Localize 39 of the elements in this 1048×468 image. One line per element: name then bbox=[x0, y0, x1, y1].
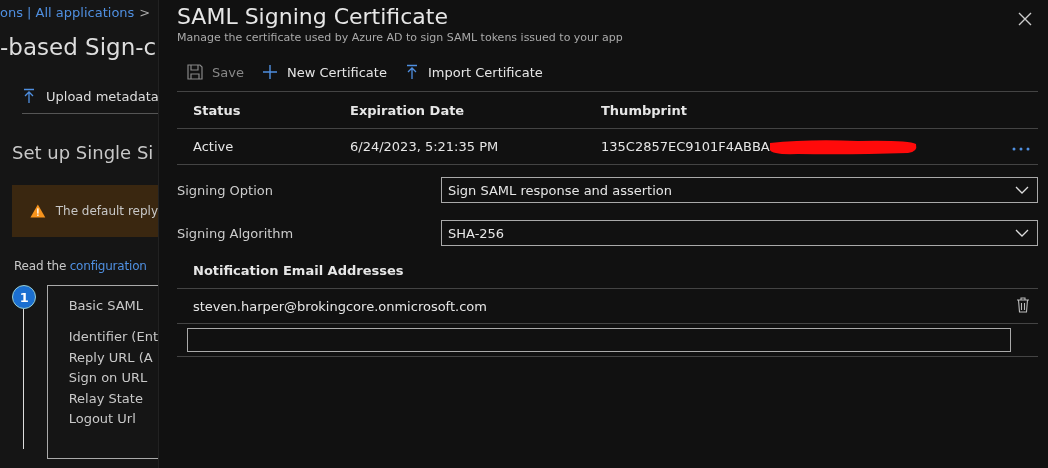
warning-icon bbox=[30, 203, 46, 219]
email-input-field[interactable] bbox=[187, 328, 1011, 352]
warning-text: The default reply bbox=[55, 204, 158, 218]
setting-label: Signing Option bbox=[177, 182, 274, 198]
upload-metadata-button[interactable]: Upload metadata bbox=[22, 88, 158, 104]
table-cell-text: 6/24/2023, 5:21:35 PM bbox=[349, 139, 500, 154]
save-icon bbox=[187, 64, 203, 80]
chevron-down-icon bbox=[1015, 229, 1029, 237]
column-header: Status bbox=[192, 102, 242, 118]
panel-title: SAML Signing Certificate bbox=[177, 4, 449, 29]
configuration-link[interactable]: configuration bbox=[69, 259, 147, 273]
read-text: Read the configuration bbox=[14, 259, 148, 273]
card-title: Basic SAML bbox=[68, 298, 145, 313]
breadcrumb-separator: > bbox=[139, 5, 151, 20]
new-certificate-button[interactable]: New Certificate bbox=[259, 60, 389, 84]
table-cell: 135C2857EC9101F4ABBA bbox=[601, 139, 770, 154]
dropdown[interactable]: SHA-256 bbox=[441, 220, 1038, 246]
dropdown[interactable]: Sign SAML response and assertion bbox=[441, 177, 1038, 203]
section-title: Set up Single Si bbox=[12, 142, 155, 163]
upload-icon bbox=[404, 64, 419, 80]
upload-icon bbox=[22, 88, 36, 104]
email-address: steven.harper@brokingcore.onmicrosoft.com bbox=[193, 298, 487, 314]
import-certificate-button[interactable]: Import Certificate bbox=[402, 60, 545, 84]
breadcrumb-link[interactable]: ons | All applications bbox=[0, 5, 135, 20]
section-heading: Notification Email Addresses bbox=[177, 263, 1038, 289]
column-header: Thumbprint bbox=[600, 102, 688, 118]
field-label: Sign on URL bbox=[68, 369, 149, 387]
field-label: Logout Url bbox=[68, 410, 137, 428]
field-label: Reply URL (A bbox=[68, 348, 154, 367]
field-label: Relay State bbox=[68, 389, 144, 408]
column-header: Expiration Date bbox=[349, 102, 466, 118]
table-cell-text: Active bbox=[192, 139, 235, 154]
step-number: 1 bbox=[12, 285, 37, 309]
chevron-down-icon bbox=[1015, 186, 1029, 194]
field-label: Identifier (Ent bbox=[68, 328, 158, 346]
page-title: -based Sign-c bbox=[0, 34, 158, 60]
panel-subtitle: Manage the certificate used by Azure AD to sign SAML tokens issued to your app bbox=[177, 31, 623, 44]
setting-label: Signing Algorithm bbox=[177, 225, 295, 241]
plus-icon bbox=[261, 64, 278, 80]
